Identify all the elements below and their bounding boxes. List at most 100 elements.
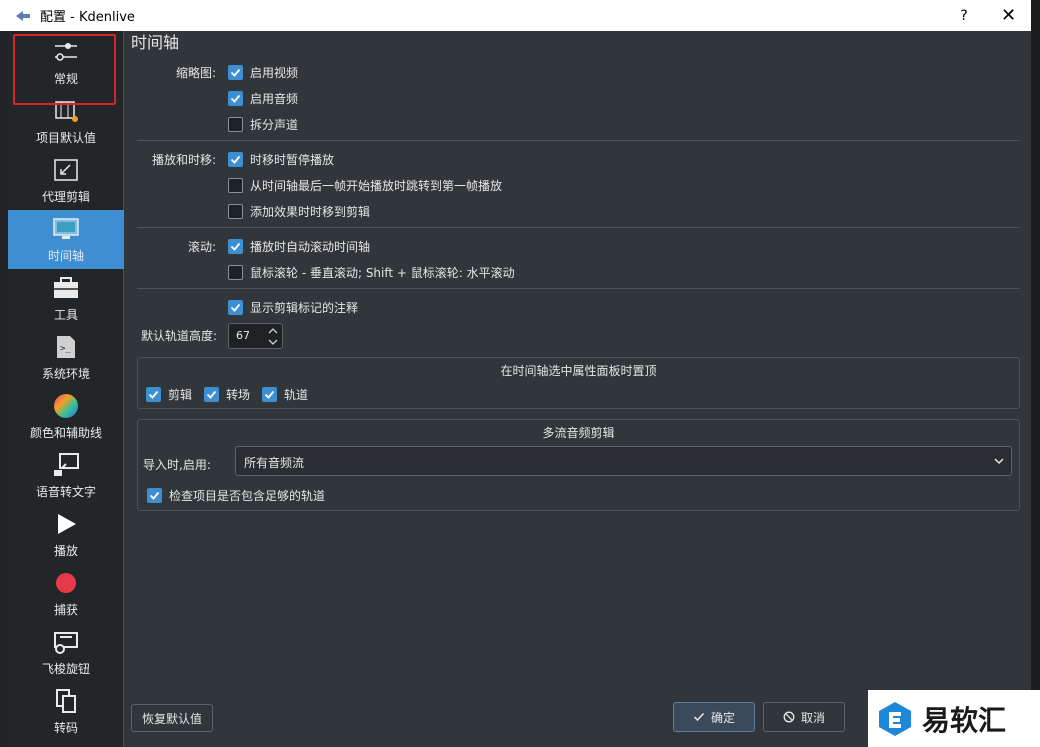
watermark: 易软汇 — [868, 690, 1040, 747]
pin-transitions-checkbox[interactable]: 转场 — [204, 386, 250, 403]
jog-shuttle-icon — [51, 628, 81, 656]
chevron-down-icon — [994, 458, 1004, 465]
proxy-icon — [51, 156, 81, 184]
pin-clips-label: 剪辑 — [168, 388, 193, 402]
color-wheel-icon — [51, 392, 81, 420]
divider — [137, 140, 1020, 141]
config-sidebar: 常规 项目默认值 代理剪辑 时间轴 工具 >_ 系统环境 颜色和辅助线 语音转文… — [8, 31, 124, 747]
sidebar-item-label: 工具 — [53, 308, 78, 322]
background-app-strip — [1031, 0, 1040, 747]
timeline-settings-page: 时间轴 缩略图: 启用视频 启用音频 拆分声道 播放和时移: 时移时暂停播放 从… — [125, 31, 1031, 747]
terminal-icon: >_ — [51, 333, 81, 361]
sidebar-item-timeline[interactable]: 时间轴 — [8, 210, 124, 269]
sidebar-item-proxy[interactable]: 代理剪辑 — [8, 151, 124, 210]
sidebar-item-jog-shuttle[interactable]: 飞梭旋钮 — [8, 623, 124, 682]
sidebar-item-playback[interactable]: 播放 — [8, 505, 124, 564]
track-height-value: 67 — [236, 329, 250, 342]
sidebar-item-label: 转码 — [53, 721, 78, 735]
track-height-spinbox[interactable]: 67 — [228, 323, 283, 349]
sidebar-item-label: 捕获 — [53, 603, 78, 617]
sidebar-item-label: 系统环境 — [41, 367, 90, 381]
sidebar-item-colors[interactable]: 颜色和辅助线 — [8, 387, 124, 446]
track-height-label: 默认轨道高度: — [140, 329, 217, 343]
group-title: 多流音频剪辑 — [542, 426, 615, 440]
sidebar-item-label: 项目默认值 — [35, 131, 96, 145]
autoscroll-checkbox[interactable]: 播放时自动滚动时间轴 — [228, 238, 370, 255]
enable-video-checkbox[interactable]: 启用视频 — [228, 64, 298, 81]
sidebar-item-label: 播放 — [53, 544, 78, 558]
spin-up-icon[interactable] — [268, 326, 278, 336]
config-dialog: 常规 项目默认值 代理剪辑 时间轴 工具 >_ 系统环境 颜色和辅助线 语音转文… — [8, 31, 1031, 747]
page-title: 时间轴 — [131, 33, 180, 52]
check-icon — [262, 387, 277, 402]
split-channels-checkbox[interactable]: 拆分声道 — [228, 116, 298, 133]
playback-label: 播放和时移: — [151, 153, 216, 167]
spin-down-icon[interactable] — [268, 337, 278, 347]
ok-button[interactable]: 确定 — [673, 702, 755, 732]
check-enough-tracks-label: 检查项目是否包含足够的轨道 — [169, 489, 326, 503]
cancel-button[interactable]: 取消 — [763, 702, 845, 732]
check-icon — [146, 387, 161, 402]
record-icon — [51, 569, 81, 597]
ok-label: 确定 — [710, 710, 735, 725]
watermark-text: 易软汇 — [922, 703, 1007, 737]
sidebar-item-capture[interactable]: 捕获 — [8, 564, 124, 623]
group-title: 在时间轴选中属性面板时置顶 — [500, 364, 657, 378]
jump-to-first-frame-label: 从时间轴最后一帧开始播放时跳转到第一帧播放 — [250, 179, 503, 193]
svg-text:>_: >_ — [60, 344, 71, 354]
enable-audio-checkbox[interactable]: 启用音频 — [228, 90, 298, 107]
scrolling-label: 滚动: — [187, 240, 216, 254]
pause-on-seek-checkbox[interactable]: 时移时暂停播放 — [228, 151, 334, 168]
play-icon — [51, 510, 81, 538]
split-channels-label: 拆分声道 — [250, 118, 299, 132]
sidebar-item-tools[interactable]: 工具 — [8, 269, 124, 328]
jump-to-first-frame-checkbox[interactable]: 从时间轴最后一帧开始播放时跳转到第一帧播放 — [228, 177, 502, 194]
enable-audio-label: 启用音频 — [250, 92, 299, 106]
pin-clips-checkbox[interactable]: 剪辑 — [146, 386, 192, 403]
thumbnails-label: 缩略图: — [175, 66, 216, 80]
check-icon — [228, 91, 243, 106]
check-icon — [228, 239, 243, 254]
sidebar-item-label: 颜色和辅助线 — [29, 426, 102, 440]
restore-defaults-button[interactable]: 恢复默认值 — [131, 704, 213, 732]
help-button[interactable]: ? — [944, 0, 984, 31]
show-markers-label: 显示剪辑标记的注释 — [250, 301, 359, 315]
title-bar: 配置 - Kdenlive ? ✕ — [0, 0, 1031, 31]
toolbox-icon — [51, 274, 81, 302]
check-icon — [228, 300, 243, 315]
sidebar-item-label: 语音转文字 — [35, 485, 96, 499]
seek-on-add-effect-label: 添加效果时时移到剪辑 — [250, 205, 371, 219]
show-markers-checkbox[interactable]: 显示剪辑标记的注释 — [228, 299, 358, 316]
sidebar-item-speech[interactable]: 语音转文字 — [8, 446, 124, 505]
check-icon — [228, 152, 243, 167]
checkmark-icon — [693, 711, 705, 723]
pin-tracks-checkbox[interactable]: 轨道 — [262, 386, 308, 403]
sidebar-item-transcode[interactable]: 转码 — [8, 682, 124, 741]
pin-tracks-label: 轨道 — [284, 388, 309, 402]
autoscroll-label: 播放时自动滚动时间轴 — [250, 240, 371, 254]
watermark-logo-icon — [879, 701, 911, 736]
close-button[interactable]: ✕ — [986, 0, 1031, 31]
cancel-label: 取消 — [800, 710, 825, 725]
transcode-icon — [51, 687, 81, 715]
wheel-scroll-label: 鼠标滚轮 - 垂直滚动; Shift + 鼠标滚轮: 水平滚动 — [250, 266, 515, 280]
sidebar-item-label: 时间轴 — [47, 249, 84, 263]
wheel-scroll-checkbox[interactable]: 鼠标滚轮 - 垂直滚动; Shift + 鼠标滚轮: 水平滚动 — [228, 264, 515, 281]
divider — [137, 288, 1020, 289]
background-app-strip-left — [0, 31, 8, 747]
timeline-monitor-icon — [51, 215, 81, 243]
check-icon — [204, 387, 219, 402]
pin-transitions-label: 转场 — [226, 388, 251, 402]
sidebar-item-environment[interactable]: >_ 系统环境 — [8, 328, 124, 387]
divider — [137, 227, 1020, 228]
kdenlive-app-icon — [16, 10, 30, 21]
seek-on-add-effect-checkbox[interactable]: 添加效果时时移到剪辑 — [228, 203, 370, 220]
check-enough-tracks-checkbox[interactable]: 检查项目是否包含足够的轨道 — [147, 487, 325, 504]
cancel-icon — [783, 711, 795, 723]
audio-streams-select[interactable]: 所有音频流 — [235, 446, 1012, 476]
check-icon — [228, 65, 243, 80]
highlight-annotation-box — [13, 34, 116, 105]
pause-on-seek-label: 时移时暂停播放 — [250, 153, 335, 167]
speech-icon — [51, 451, 81, 479]
window-title: 配置 - Kdenlive — [40, 10, 135, 25]
